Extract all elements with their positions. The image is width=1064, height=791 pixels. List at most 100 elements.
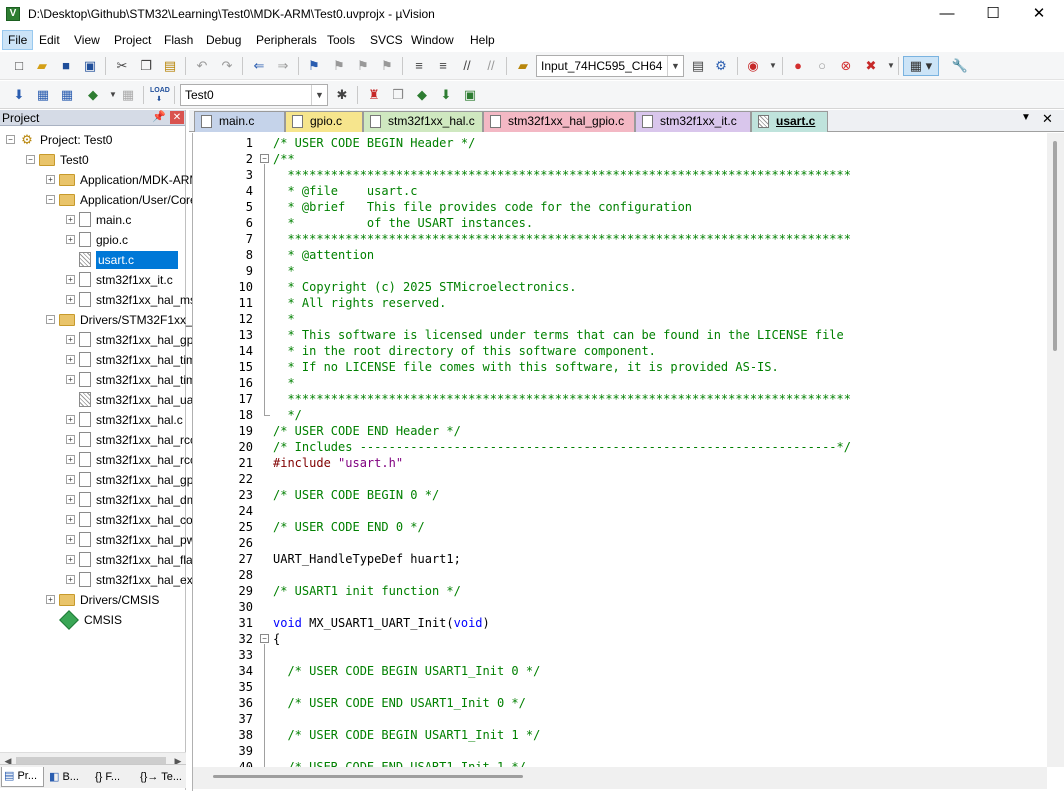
fold-toggle-icon[interactable]: − (260, 154, 269, 163)
code-line[interactable]: * This software is licensed under terms … (273, 327, 843, 343)
code-line[interactable]: * All rights reserved. (273, 295, 446, 311)
code-line[interactable]: ****************************************… (273, 391, 851, 407)
code-line[interactable]: * in the root directory of this software… (273, 343, 655, 359)
incremental-find-icon[interactable]: ⚙ (712, 57, 730, 75)
code-line[interactable]: /* Includes ----------------------------… (273, 439, 851, 455)
code-line[interactable]: * @brief This file provides code for the… (273, 199, 692, 215)
expand-icon[interactable]: + (66, 295, 75, 305)
tree-item-file[interactable]: + stm32f1xx_hal_tim.c (66, 349, 205, 369)
rebuild-icon[interactable]: ▦ (58, 86, 76, 104)
scrollbar-thumb[interactable] (213, 775, 523, 778)
code-line[interactable]: { (273, 631, 280, 647)
tree-item-group[interactable]: + Application/MDK-ARM (46, 169, 199, 189)
menu-svcs[interactable]: SVCS (365, 30, 408, 50)
disable-breakpoints-icon[interactable]: ⊗ (837, 57, 855, 75)
batch-build-icon[interactable]: ◆ (84, 86, 102, 104)
tree-item-group[interactable]: + Drivers/CMSIS (46, 589, 159, 609)
tree-item-file[interactable]: + stm32f1xx_hal_exti.c (66, 569, 208, 589)
menu-project[interactable]: Project (109, 30, 156, 50)
menu-peripherals[interactable]: Peripherals (251, 30, 322, 50)
find-combo[interactable]: Input_74HC595_CH64 ▼ (536, 55, 684, 77)
expand-icon[interactable]: + (66, 235, 75, 245)
code-line[interactable]: * (273, 375, 294, 391)
stop-build-icon[interactable]: ▦ (119, 86, 137, 104)
collapse-icon[interactable]: − (46, 195, 55, 205)
tree-item-file[interactable]: + stm32f1xx_it.c (66, 269, 173, 289)
menu-flash[interactable]: Flash (159, 30, 198, 50)
navigate-back-icon[interactable]: ⇐ (250, 57, 268, 75)
expand-icon[interactable]: + (66, 535, 75, 545)
menu-file[interactable]: File (2, 30, 34, 50)
code-line[interactable]: /* USER CODE BEGIN USART1_Init 0 */ (273, 663, 540, 679)
tab-stm32f1xx-hal-c[interactable]: stm32f1xx_hal.c (363, 111, 483, 132)
expand-icon[interactable]: + (66, 355, 75, 365)
code-line[interactable]: /* USER CODE END 0 */ (273, 519, 425, 535)
expand-icon[interactable]: + (66, 415, 75, 425)
expand-icon[interactable]: + (66, 475, 75, 485)
expand-icon[interactable]: + (46, 595, 55, 605)
expand-icon[interactable]: + (66, 275, 75, 285)
expand-icon[interactable]: + (46, 175, 55, 185)
tree-item-file[interactable]: + main.c (66, 209, 131, 229)
tab-project[interactable]: ▤ Pr... (1, 767, 44, 787)
tree-item-file[interactable]: + stm32f1xx_hal.c (66, 409, 183, 429)
save-icon[interactable]: ■ (57, 57, 75, 75)
code-line[interactable]: ****************************************… (273, 231, 851, 247)
code-editor[interactable]: 1 2 3 4 5 6 7 8 9 10 11 12 13 14 15 16 17 18 19 20 21 22 23 24 2… (192, 133, 1064, 791)
build-icon[interactable]: ▦ (34, 86, 52, 104)
code-line[interactable]: * (273, 311, 294, 327)
expand-icon[interactable]: + (66, 435, 75, 445)
chevron-down-icon[interactable]: ▼ (667, 56, 683, 76)
code-line[interactable]: * of the USART instances. (273, 215, 533, 231)
tab-stm32f1xx-hal-gpio-c[interactable]: stm32f1xx_hal_gpio.c (483, 111, 635, 132)
maximize-button[interactable]: ☐ (970, 0, 1016, 30)
expand-icon[interactable]: + (66, 495, 75, 505)
code-line[interactable]: /* USART1 init function */ (273, 583, 461, 599)
menu-tools[interactable]: Tools (322, 30, 360, 50)
comment-icon[interactable]: // (458, 57, 476, 75)
menu-view[interactable]: View (69, 30, 105, 50)
collapse-icon[interactable]: − (26, 155, 35, 165)
tree-item-file[interactable]: + stm32f1xx_hal_msp.c (66, 289, 212, 309)
code-line[interactable]: * If no LICENSE file comes with this sof… (273, 359, 778, 375)
window-layout-icon[interactable]: ▦ ▾ (903, 56, 939, 76)
undo-icon[interactable]: ↶ (193, 57, 211, 75)
expand-icon[interactable]: + (66, 575, 75, 585)
code-line[interactable]: #include "usart.h" (273, 455, 403, 471)
select-packs-icon[interactable]: ❒ (389, 86, 407, 104)
menu-debug[interactable]: Debug (201, 30, 246, 50)
expand-icon[interactable]: + (66, 455, 75, 465)
tree-item-group[interactable]: − Application/User/Core (46, 189, 197, 209)
tree-item-file[interactable]: + stm32f1xx_hal_pwr.c (66, 529, 208, 549)
tree-item-file[interactable]: + gpio.c (66, 229, 128, 249)
code-line[interactable]: UART_HandleTypeDef huart1; (273, 551, 461, 567)
target-options-icon[interactable]: ✱ (333, 86, 351, 104)
tab-books[interactable]: ◧ B... (46, 767, 90, 787)
scrollbar-thumb[interactable] (1053, 141, 1057, 351)
fold-toggle-icon[interactable]: − (260, 634, 269, 643)
code-line[interactable]: * (273, 263, 294, 279)
tab-functions[interactable]: {} F... (92, 767, 136, 787)
tree-item-file-selected[interactable]: usart.c (79, 249, 178, 269)
code-line[interactable]: /* USER CODE END USART1_Init 0 */ (273, 695, 525, 711)
tree-item-project[interactable]: − ⚙ Project: Test0 (6, 129, 112, 149)
pin-icon[interactable]: 📌 (152, 110, 166, 123)
unindent-icon[interactable]: ≡ (434, 57, 452, 75)
tab-stm32f1xx-it-c[interactable]: stm32f1xx_it.c (635, 111, 751, 132)
save-all-icon[interactable]: ▣ (81, 57, 99, 75)
menu-edit[interactable]: Edit (34, 30, 65, 50)
tree-item-file[interactable]: + stm32f1xx_hal_rcc.c (66, 429, 205, 449)
close-icon[interactable]: ✕ (170, 111, 184, 124)
menu-help[interactable]: Help (465, 30, 500, 50)
close-tab-icon[interactable]: ✕ (1042, 111, 1053, 127)
code-line[interactable]: /** (273, 151, 295, 167)
paste-icon[interactable]: ▤ (161, 57, 179, 75)
enable-breakpoint-icon[interactable]: ○ (813, 57, 831, 75)
collapse-icon[interactable]: − (46, 315, 55, 325)
code-line[interactable]: * @attention (273, 247, 374, 263)
uncomment-icon[interactable]: // (482, 57, 500, 75)
configure-icon[interactable]: 🔧 (951, 57, 969, 75)
code-line[interactable]: ****************************************… (273, 167, 851, 183)
bookmark-insert-icon[interactable]: ⚑ (305, 57, 323, 75)
tree-item-file[interactable]: + stm32f1xx_hal_gpio.c (66, 469, 212, 489)
